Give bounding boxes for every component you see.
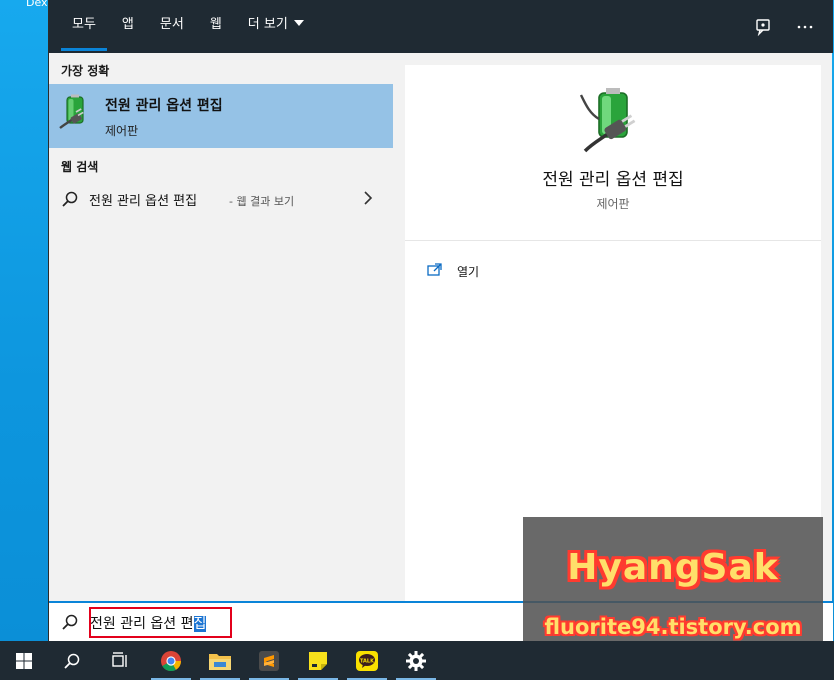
tab-web-label: 웹 [209, 17, 222, 32]
chevron-down-icon [293, 20, 304, 26]
settings-gear-icon[interactable] [392, 641, 440, 680]
tab-all[interactable]: 모두 [59, 0, 109, 53]
best-match-title: 전원 관리 옵션 편집 [105, 98, 223, 114]
open-action[interactable]: 열기 [427, 261, 479, 281]
taskbar: TALK [0, 641, 834, 680]
windows-start-icon[interactable] [0, 641, 48, 680]
chevron-right-icon[interactable] [362, 190, 374, 210]
web-search-result[interactable]: 전원 관리 옵션 편집 - 웹 결과 보기 [49, 187, 393, 213]
chrome-icon[interactable] [147, 641, 195, 680]
sublime-text-icon[interactable] [245, 641, 293, 680]
search-icon[interactable] [48, 641, 96, 680]
best-match-subtitle: 제어판 [105, 124, 139, 138]
task-view-icon[interactable] [96, 641, 144, 680]
open-action-label: 열기 [457, 264, 480, 279]
best-match-header: 가장 정확 [61, 64, 110, 78]
file-explorer-icon[interactable] [196, 641, 244, 680]
search-icon [61, 190, 79, 212]
tab-all-label: 모두 [72, 17, 96, 32]
best-match-item[interactable]: 전원 관리 옵션 편집 제어판 [49, 84, 393, 148]
watermark-url: fluorite94.tistory.com [544, 615, 802, 639]
highlight-outline [89, 607, 232, 638]
watermark-title: HyangSak [567, 547, 779, 588]
feedback-icon[interactable] [753, 17, 773, 37]
svg-text:TALK: TALK [360, 658, 375, 664]
open-external-icon [427, 262, 443, 280]
preview-title: 전원 관리 옵션 편집 [542, 170, 684, 190]
top-actions [753, 0, 815, 53]
sticky-notes-icon[interactable] [294, 641, 342, 680]
preview-subtitle: 제어판 [596, 197, 630, 211]
power-plug-battery-large-icon [579, 83, 649, 153]
preview-divider [405, 240, 821, 241]
tab-more-label: 더 보기 [247, 17, 288, 32]
more-options-icon[interactable] [795, 17, 815, 37]
tab-web[interactable]: 웹 [197, 0, 235, 53]
tab-apps[interactable]: 앱 [109, 0, 147, 53]
desktop-icon-label[interactable]: Dex [26, 0, 48, 9]
web-search-header: 웹 검색 [61, 160, 99, 174]
tab-documents[interactable]: 문서 [147, 0, 197, 53]
kakaotalk-icon[interactable]: TALK [343, 641, 391, 680]
web-result-text: 전원 관리 옵션 편집 [89, 194, 198, 209]
power-plug-battery-icon [59, 94, 93, 130]
web-result-suffix: - 웹 결과 보기 [229, 195, 295, 208]
tab-apps-label: 앱 [121, 17, 134, 32]
search-top-bar: 모두 앱 문서 웹 더 보기 [49, 0, 833, 53]
tab-more[interactable]: 더 보기 [235, 0, 317, 53]
results-list: 가장 정확 전원 관리 옵션 편집 제어판 웹 검색 전원 관리 옵션 편집 -… [49, 53, 393, 601]
tab-documents-label: 문서 [159, 17, 184, 32]
scope-tabs: 모두 앱 문서 웹 더 보기 [59, 0, 317, 53]
search-icon [61, 613, 79, 635]
